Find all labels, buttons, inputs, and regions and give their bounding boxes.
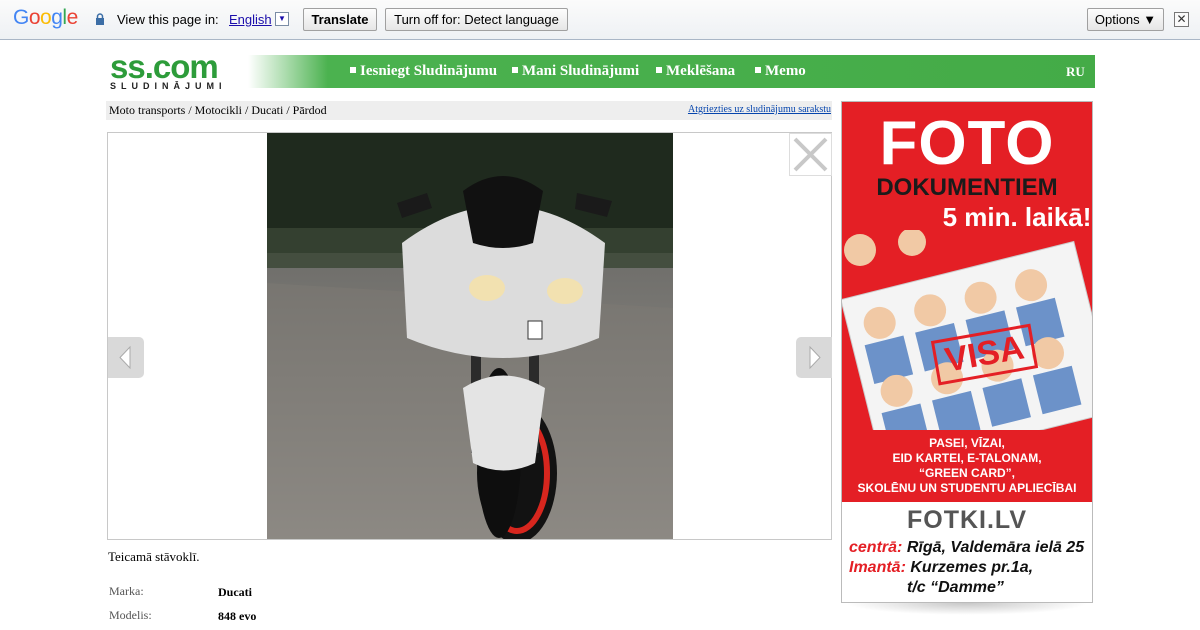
back-to-list-link[interactable]: Atgriezties uz sludinājumu sarakstu [688,104,831,115]
close-gallery-button[interactable] [789,133,832,176]
language-dropdown-icon[interactable]: ▼ [275,12,289,26]
option-label: Marka: [109,584,144,598]
bullet-icon [656,67,662,73]
listing-photo[interactable] [267,133,673,539]
photo-gallery [107,132,832,540]
bullet-icon [755,67,761,73]
nav-submit-ad[interactable]: Iesniegt Sludinājumu [350,63,497,80]
ad-time: 5 min. laikā! [942,202,1092,232]
ad-subtitle: DOKUMENTIEM [876,174,1058,201]
language-switch-ru[interactable]: RU [1066,64,1085,80]
breadcrumb: Moto transports / Motocikli / Ducati / P… [106,101,832,120]
chevron-left-icon [119,345,131,370]
nav-memo[interactable]: Memo [755,63,806,80]
turn-off-button[interactable]: Turn off for: Detect language [385,8,568,31]
language-select-link[interactable]: English [229,12,272,27]
breadcrumb-path[interactable]: Moto transports / Motocikli / Ducati / P… [109,103,327,118]
option-label: Modelis: [109,608,152,622]
ad-addresses: centrā: Rīgā, Valdemāra ielā 25 Imantā: … [849,539,1085,596]
passport-photos-image [842,230,1092,430]
close-icon[interactable]: ✕ [1174,12,1189,27]
ad-services: PASEI, VĪZAI, EID KARTEI, E-TALONAM, “GR… [857,436,1077,495]
option-value[interactable]: Ducati [218,585,252,600]
advertisement-banner[interactable]: FOTO DOKUMENTIEM 5 min. laikā! VISA PASE… [841,101,1093,603]
lock-icon [96,13,104,25]
listing-description: Teicamā stāvoklī. [108,549,200,564]
ad-title: FOTO [879,109,1055,178]
bullet-icon [350,67,356,73]
next-photo-button[interactable] [796,337,832,378]
close-icon [793,137,828,172]
previous-photo-button[interactable] [108,337,144,378]
ad-shadow [845,603,1089,615]
view-page-label: View this page in: [117,12,219,27]
translate-button[interactable]: Translate [303,8,377,31]
main-nav: Iesniegt Sludinājumu Mani Sludinājumi Me… [248,55,1095,88]
ad-brand: FOTKI.LV [906,506,1028,534]
option-value[interactable]: 848 evo [218,609,256,624]
nav-my-ads[interactable]: Mani Sludinājumi [512,63,639,80]
chevron-right-icon [809,345,821,370]
nav-search[interactable]: Meklēšana [656,63,735,80]
options-button[interactable]: Options ▼ [1087,8,1164,31]
bullet-icon [512,67,518,73]
translate-bar: Google View this page in: English ▼ Tran… [0,0,1200,40]
site-logo[interactable]: ss.com SLUDINĀJUMI [110,50,240,92]
google-logo: Google [13,6,78,29]
